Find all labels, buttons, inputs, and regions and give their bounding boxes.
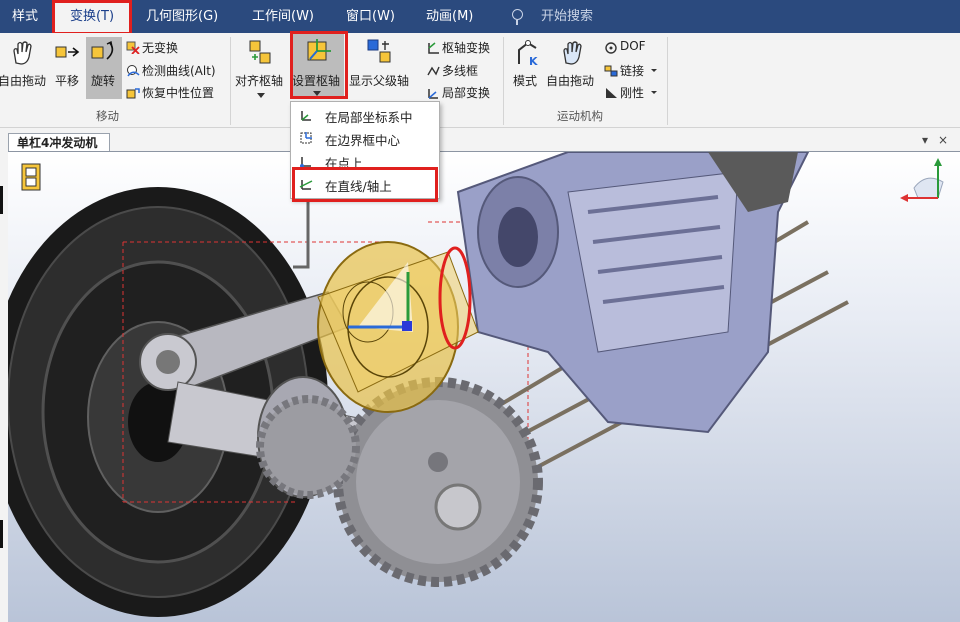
rotate-icon[interactable] — [90, 39, 118, 67]
align-pivot-label[interactable]: 对齐枢轴 — [235, 72, 283, 89]
menu-bar: 样式 变换(T) 几何图形(G) 工作间(W) 窗口(W) 动画(M) 开始搜索 — [0, 0, 960, 33]
align-pivot-dropdown-arrow[interactable] — [257, 93, 265, 98]
local-transform-label[interactable]: 局部变换 — [442, 84, 490, 101]
set-pivot-icon[interactable] — [304, 37, 332, 67]
link-icon — [604, 65, 618, 77]
mechanism-mode-icon[interactable]: K — [514, 38, 542, 68]
separator — [503, 37, 504, 125]
pivot-point-icon — [300, 157, 311, 167]
dof-label[interactable]: DOF — [620, 39, 646, 53]
detect-curve-icon — [127, 65, 140, 77]
rotate-label[interactable]: 旋转 — [91, 72, 115, 89]
menu-window[interactable]: 窗口(W) — [346, 0, 395, 33]
mechanism-group-label: 运动机构 — [557, 109, 603, 123]
link-label[interactable]: 链接 — [620, 62, 644, 79]
mechanism-free-drag-label[interactable]: 自由拖动 — [546, 72, 594, 89]
dropdown-item-local-coords[interactable]: 在局部坐标系中 — [291, 103, 439, 126]
set-pivot-label[interactable]: 设置枢轴 — [292, 72, 340, 89]
separator — [230, 37, 231, 125]
polyline-box-label[interactable]: 多线框 — [442, 62, 478, 79]
mechanism-hand-drag-icon[interactable] — [558, 39, 586, 67]
tab-menu-arrow[interactable]: ▾ — [922, 133, 928, 147]
no-transform-label[interactable]: 无变换 — [142, 39, 178, 56]
pivot-bbox-icon — [300, 132, 312, 144]
pivot-line-icon — [299, 180, 313, 190]
mechanism-mode-label[interactable]: 模式 — [513, 72, 537, 89]
gear-small[interactable] — [256, 395, 360, 499]
pivot-local-icon — [301, 111, 311, 121]
dof-icon — [605, 42, 617, 54]
no-transform-icon — [126, 41, 140, 54]
set-pivot-dropdown: 在局部坐标系中 在边界框中心 在点上 在直线/轴上 — [290, 101, 440, 199]
menu-style[interactable]: 样式 — [12, 0, 38, 33]
translate-icon[interactable] — [55, 43, 81, 63]
menu-animation[interactable]: 动画(M) — [426, 0, 473, 33]
pivot-transform-label[interactable]: 枢轴变换 — [442, 39, 490, 56]
search-box[interactable]: 开始搜索 — [541, 0, 593, 33]
detect-curve-label[interactable]: 检测曲线(Alt) — [142, 62, 216, 79]
translate-label[interactable]: 平移 — [55, 72, 79, 89]
pivot-transform-icon — [428, 42, 439, 54]
left-edge-mark — [0, 520, 3, 548]
local-transform-icon — [428, 89, 438, 99]
dropdown-item-label: 在点上 — [325, 156, 363, 171]
view-orientation-icon[interactable] — [900, 158, 944, 202]
document-tab[interactable]: 单杠4冲发动机 — [8, 133, 110, 151]
engine-model[interactable] — [8, 152, 960, 622]
dropdown-item-label: 在边界框中心 — [325, 133, 401, 148]
engine-block[interactable] — [456, 152, 810, 434]
ribbon: 自由拖动 平移 旋转 无变换 检测曲线(Alt) 恢复中性位置 移动 对齐枢轴 … — [0, 33, 960, 128]
set-pivot-dropdown-arrow[interactable] — [313, 91, 321, 96]
dropdown-item-on-line-axis[interactable]: 在直线/轴上 — [291, 172, 439, 195]
tab-close-button[interactable]: × — [938, 133, 948, 147]
rigid-icon — [606, 88, 617, 98]
menu-geometry[interactable]: 几何图形(G) — [146, 0, 218, 33]
left-edge-mark — [0, 186, 3, 214]
dropdown-item-label: 在局部坐标系中 — [325, 110, 413, 125]
link-dropdown-arrow[interactable] — [651, 69, 657, 72]
polyline-box-icon — [427, 66, 440, 76]
rigid-dropdown-arrow[interactable] — [651, 91, 657, 94]
separator — [667, 37, 668, 125]
menu-workspace[interactable]: 工作间(W) — [252, 0, 314, 33]
show-parent-axis-icon[interactable] — [366, 38, 394, 66]
animation-film-icon[interactable] — [21, 163, 41, 191]
align-pivot-icon[interactable] — [248, 39, 274, 67]
show-parent-axis-label[interactable]: 显示父级轴 — [349, 72, 409, 89]
dropdown-item-label: 在直线/轴上 — [325, 179, 392, 194]
gear-large[interactable] — [333, 377, 543, 587]
dropdown-item-on-point[interactable]: 在点上 — [291, 149, 439, 172]
restore-neutral-icon — [126, 88, 140, 99]
free-drag-label[interactable]: 自由拖动 — [0, 72, 46, 89]
hand-drag-icon[interactable] — [8, 39, 36, 67]
rigid-label[interactable]: 刚性 — [620, 84, 644, 101]
move-group-label: 移动 — [96, 109, 119, 123]
menu-transform[interactable]: 变换(T) — [54, 0, 130, 33]
svg-text:K: K — [529, 55, 538, 68]
search-icon — [512, 9, 523, 25]
3d-viewport[interactable] — [8, 151, 960, 622]
dropdown-item-bbox-center[interactable]: 在边界框中心 — [291, 126, 439, 149]
restore-neutral-label[interactable]: 恢复中性位置 — [142, 84, 214, 101]
